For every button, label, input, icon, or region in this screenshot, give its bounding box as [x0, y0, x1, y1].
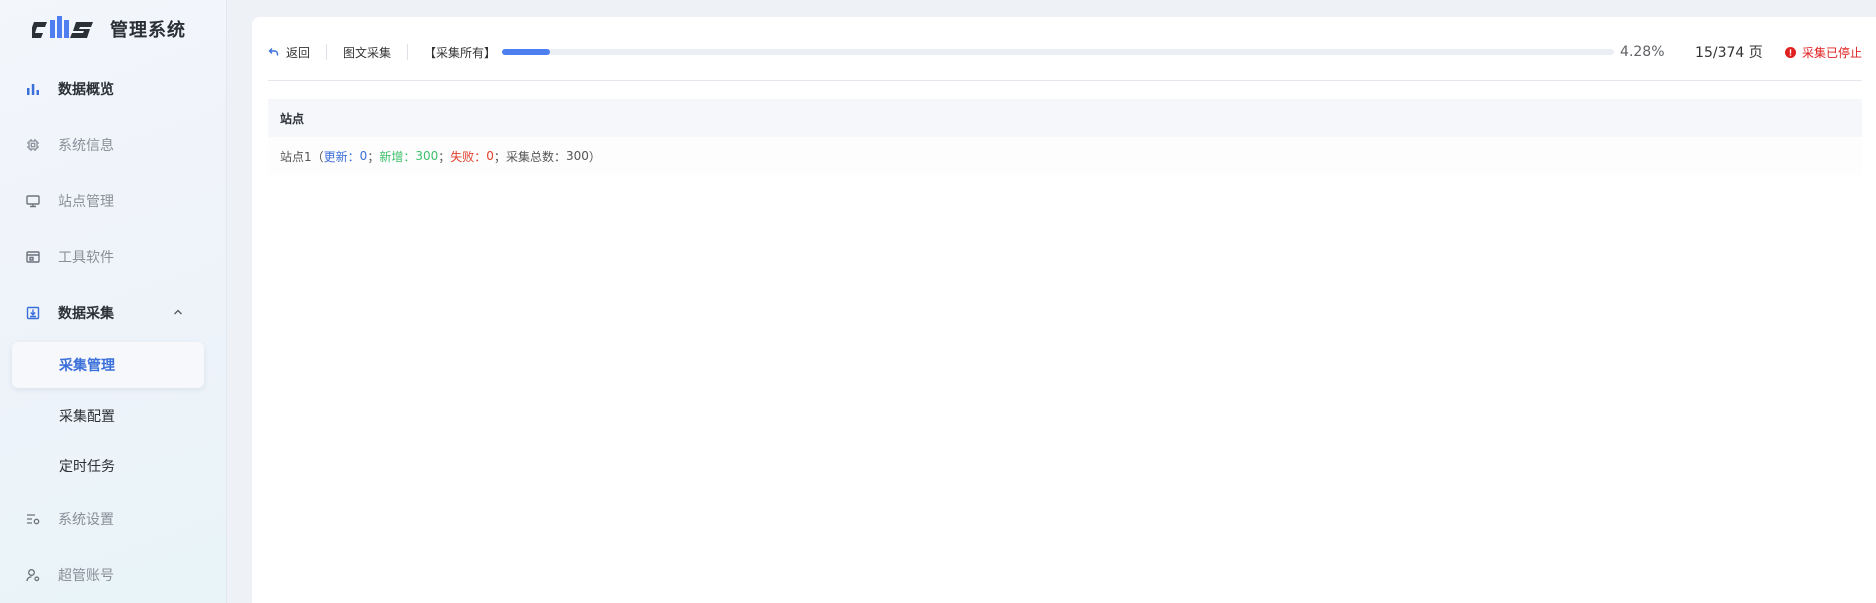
toolbar-divider: [326, 44, 328, 60]
bar-chart-icon: [24, 80, 42, 98]
sidebar-item-settings[interactable]: 系统设置: [0, 499, 227, 539]
chip-icon: [24, 136, 42, 154]
back-arrow-icon: [268, 47, 279, 57]
separator: ；: [438, 149, 451, 164]
sites-table: 站点 站点1 （ 更新： 0 ； 新增： 300 ； 失败： 0 ； 采集总数：…: [268, 99, 1862, 175]
table-row: 站点1 （ 更新： 0 ； 新增： 300 ； 失败： 0 ； 采集总数： 30…: [268, 137, 1862, 175]
collect-progress-bar: [502, 49, 1615, 55]
sidebar-item-label: 数据概览: [58, 82, 114, 98]
total-value: 300: [565, 149, 589, 163]
table-header: 站点: [268, 99, 1862, 137]
sidebar-subitem-label: 采集配置: [59, 409, 115, 425]
sidebar-item-label: 系统信息: [58, 138, 114, 154]
cms-logo-icon: [32, 16, 98, 42]
app-root: 管理系统 数据概览 系统信息 站点管理 工具软件 数据采集 采集管理 采集配置 …: [0, 0, 1876, 603]
sidebar-item-overview[interactable]: 数据概览: [0, 69, 227, 109]
monitor-icon: [24, 192, 42, 210]
back-label: 返回: [286, 45, 311, 60]
task-tag: 【采集所有】: [424, 45, 497, 60]
new-value: 300: [415, 149, 439, 163]
separator: ；: [367, 149, 380, 164]
sidebar-subitem-label: 采集管理: [59, 358, 115, 374]
download-box-icon: [24, 304, 42, 322]
progress-fill: [502, 49, 550, 55]
new-label: 新增：: [379, 149, 416, 164]
sidebar-subitem-collect-manage[interactable]: 采集管理: [12, 342, 204, 388]
brand-logo[interactable]: 管理系统: [32, 12, 186, 46]
sidebar-item-label: 系统设置: [58, 512, 114, 528]
back-button[interactable]: 返回: [268, 44, 310, 61]
sidebar-item-sites[interactable]: 站点管理: [0, 181, 227, 221]
window-icon: [24, 248, 42, 266]
failed-value: 0: [486, 149, 494, 163]
status-text: 采集已停止: [1801, 45, 1862, 60]
status-badge: 采集已停止: [1784, 44, 1862, 61]
sidebar-item-label: 超管账号: [58, 568, 114, 584]
settings-list-icon: [24, 510, 42, 528]
sidebar-subitem-label: 定时任务: [59, 459, 115, 475]
user-gear-icon: [24, 566, 42, 584]
sidebar-item-label: 站点管理: [58, 194, 114, 210]
sidebar-item-data-collect[interactable]: 数据采集: [0, 293, 227, 333]
sidebar-item-label: 工具软件: [58, 250, 114, 266]
site-name: 站点1: [280, 149, 312, 164]
paren-close: ）: [588, 149, 601, 164]
breadcrumb: 图文采集: [343, 45, 392, 60]
progress-percent: 4.28%: [1620, 44, 1665, 60]
page-counter: 15/374 页: [1695, 45, 1763, 61]
sidebar-item-tools[interactable]: 工具软件: [0, 237, 227, 277]
column-header-site: 站点: [280, 111, 305, 126]
total-label: 采集总数：: [505, 149, 566, 164]
main-panel: 返回 图文采集 【采集所有】 4.28% 15/374 页 采集已停止 站点 站…: [252, 17, 1876, 603]
sidebar-item-label: 数据采集: [58, 306, 114, 322]
updated-value: 0: [359, 149, 368, 163]
brand-title: 管理系统: [110, 20, 186, 41]
toolbar-divider: [407, 44, 409, 60]
paren-open: （: [311, 149, 324, 164]
failed-label: 失败：: [450, 149, 487, 164]
sidebar-item-admin-account[interactable]: 超管账号: [0, 555, 227, 595]
sidebar-subitem-collect-config[interactable]: 采集配置: [12, 393, 204, 439]
task-toolbar: 返回 图文采集 【采集所有】 4.28% 15/374 页 采集已停止: [268, 37, 1862, 67]
sidebar: 管理系统 数据概览 系统信息 站点管理 工具软件 数据采集 采集管理 采集配置 …: [0, 0, 227, 603]
separator: ；: [493, 149, 506, 164]
sidebar-subitem-scheduled-tasks[interactable]: 定时任务: [12, 443, 204, 489]
header-divider: [268, 80, 1862, 81]
error-circle-icon: [1784, 46, 1796, 58]
chevron-up-icon[interactable]: [172, 306, 184, 322]
sidebar-item-system-info[interactable]: 系统信息: [0, 125, 227, 165]
updated-label: 更新：: [323, 149, 360, 164]
